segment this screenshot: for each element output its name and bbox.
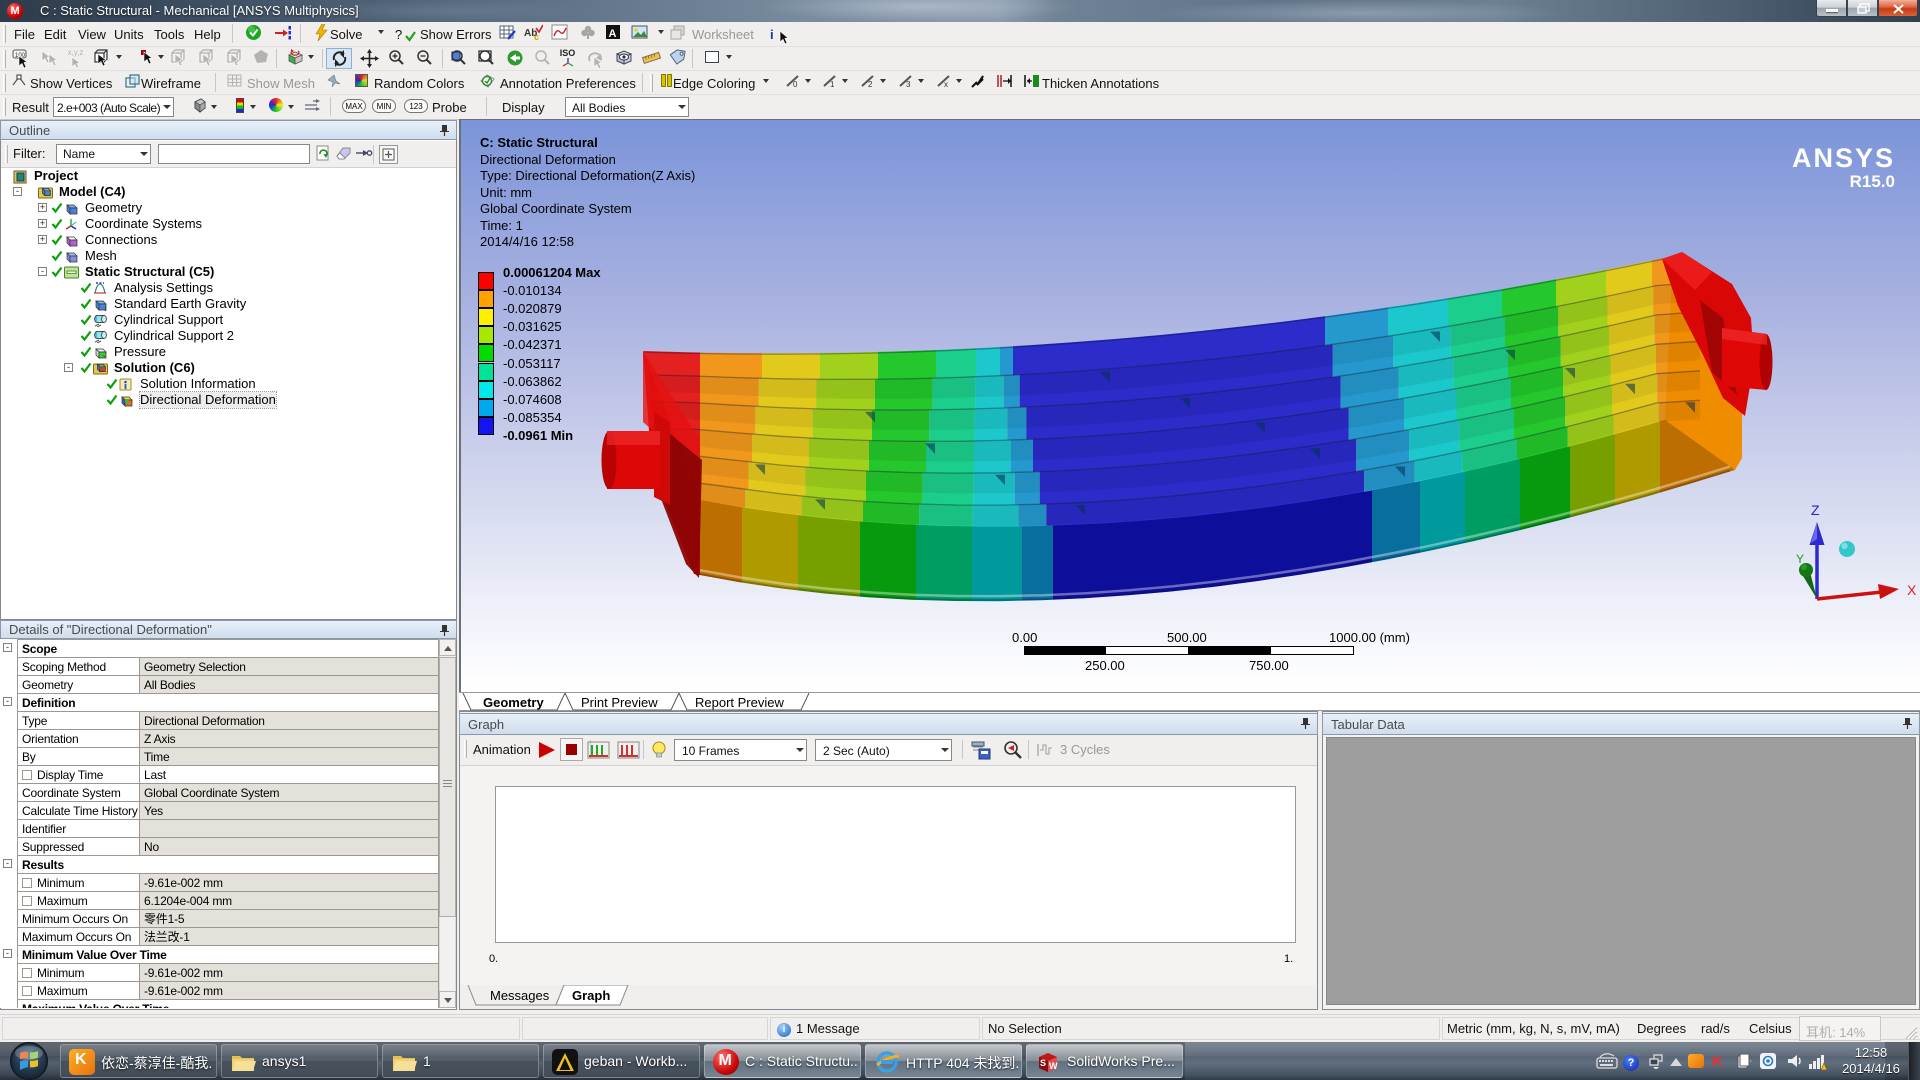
svg-text:Z: Z [1811,502,1820,518]
svg-text:c: c [534,32,539,41]
svg-text:0: 0 [793,80,798,89]
svg-text:W: W [1049,1061,1058,1071]
svg-text:3: 3 [906,80,911,89]
svg-text:S: S [1040,1058,1046,1068]
svg-text:2: 2 [868,80,873,89]
svg-text:x: x [944,80,948,89]
svg-text:1: 1 [830,80,835,89]
svg-text:Y: Y [1796,552,1804,566]
svg-text:X: X [1907,582,1917,598]
svg-text:A: A [609,28,617,40]
